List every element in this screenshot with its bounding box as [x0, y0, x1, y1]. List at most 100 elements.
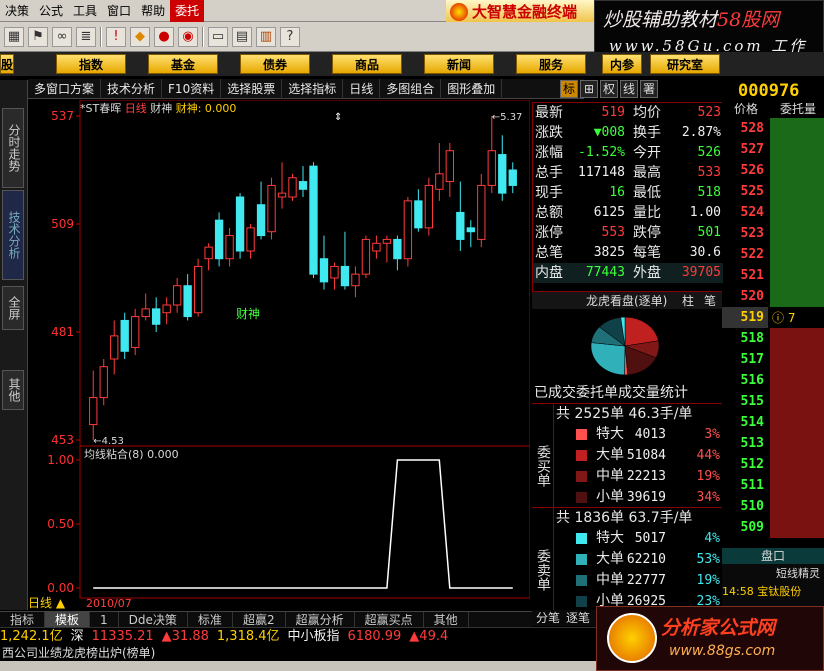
tab-template[interactable]: 模板 — [45, 611, 91, 628]
legend-swatch — [576, 533, 587, 544]
grid-toggle-button[interactable]: ⊞ — [580, 80, 599, 98]
lhb-tick-button[interactable]: 笔 — [704, 292, 716, 310]
quote-label: 外盘 — [633, 265, 661, 281]
menu-item-tools[interactable]: 工具 — [68, 0, 102, 22]
candle-body-up — [172, 285, 182, 306]
quote-row: 最新 519 均价 523 — [533, 103, 723, 123]
subbar-daily[interactable]: 日线 — [343, 78, 381, 99]
grid-icon[interactable]: ▦ — [4, 26, 24, 47]
menu-item-help[interactable]: 帮助 — [136, 0, 170, 22]
tab-other[interactable]: 其他 — [424, 611, 469, 628]
rights-button[interactable]: 权 — [600, 80, 619, 98]
category-insider[interactable]: 内参 — [602, 54, 642, 74]
order-book-row[interactable]: 521 — [722, 265, 824, 286]
order-book-row[interactable]: 512 — [722, 454, 824, 475]
subbar-f10[interactable]: F10资料 — [162, 78, 222, 99]
order-book-row[interactable]: 523 — [722, 223, 824, 244]
tab-chaoying-buy[interactable]: 超赢买点 — [355, 611, 424, 628]
document-icon[interactable]: ▭ — [208, 26, 228, 47]
tab-chaoying2[interactable]: 超赢2 — [233, 611, 286, 628]
candle-body-up — [424, 184, 434, 229]
warning-icon[interactable]: ! — [106, 26, 126, 47]
tab-indicator[interactable]: 指标 — [0, 611, 46, 628]
news-icon[interactable]: ● — [154, 26, 174, 47]
candle-body-up — [288, 177, 297, 198]
order-book-row[interactable]: 522 — [722, 244, 824, 265]
category-research[interactable]: 研究室 — [650, 54, 720, 74]
category-bar: 股 指数 基金 债券 商品 新闻 服务 内参 研究室 — [0, 52, 824, 76]
order-book-row[interactable]: 518 — [722, 328, 824, 349]
tab-standard[interactable]: 标准 — [188, 611, 233, 628]
order-book-row[interactable]: 525 — [722, 181, 824, 202]
menu-item-formula[interactable]: 公式 — [34, 0, 68, 22]
order-book-row[interactable]: 528 — [722, 118, 824, 139]
menu-item-window[interactable]: 窗口 — [102, 0, 136, 22]
books-icon[interactable]: ▥ — [256, 26, 276, 47]
category-index[interactable]: 指数 — [56, 54, 126, 74]
handicap-title[interactable]: 盘口 — [722, 548, 824, 564]
category-stock[interactable]: 股 — [0, 54, 14, 74]
line-button[interactable]: 线 — [620, 80, 639, 98]
order-book-row[interactable]: 513 — [722, 433, 824, 454]
category-bond[interactable]: 债券 — [240, 54, 310, 74]
order-size-name: 大单 — [596, 551, 624, 567]
order-book-bar — [770, 328, 824, 349]
candle-body-down — [152, 308, 161, 325]
subbar-technical[interactable]: 技术分析 — [101, 78, 163, 99]
help-icon[interactable]: ? — [280, 26, 300, 47]
stock-code: 000976 — [738, 81, 800, 101]
high-annotation: ←5.37 — [492, 112, 523, 123]
order-book-row[interactable]: 527 — [722, 139, 824, 160]
sign-button[interactable]: 署 — [640, 80, 659, 98]
order-book-row[interactable]: 519 ⓘ 7 — [722, 307, 824, 328]
tab-by-tick[interactable]: 逐笔 — [566, 610, 590, 626]
elf-row[interactable]: 14:58 宝钛股份 — [722, 584, 824, 600]
quote-label: 涨幅 — [535, 145, 563, 161]
order-book-bar — [770, 433, 824, 454]
tab-ticks[interactable]: 分笔 — [536, 610, 560, 626]
order-book-row[interactable]: 510 — [722, 496, 824, 517]
order-book-row[interactable]: 516 — [722, 370, 824, 391]
order-book-row[interactable]: 520 — [722, 286, 824, 307]
category-commodity[interactable]: 商品 — [332, 54, 402, 74]
tab-one[interactable]: 1 — [90, 611, 119, 628]
diamond-icon[interactable]: ◆ — [130, 26, 150, 47]
short-line-elf[interactable]: 短线精灵 — [722, 566, 824, 582]
order-book-row[interactable]: 511 — [722, 475, 824, 496]
ticker-item: 1,242.1亿 — [0, 628, 63, 644]
menu-item-decision[interactable]: 决策 — [0, 0, 34, 22]
tab-chaoying-analysis[interactable]: 超赢分析 — [286, 611, 355, 628]
candle-body-down — [120, 319, 129, 352]
sidebar-tab-other[interactable]: 其他 — [2, 370, 24, 410]
subbar-multi-chart[interactable]: 多图组合 — [380, 78, 442, 99]
subbar-pick-stock[interactable]: 选择股票 — [221, 78, 283, 99]
calendar-icon[interactable]: ▤ — [232, 26, 252, 47]
flag-icon[interactable]: ⚑ — [28, 26, 48, 47]
category-service[interactable]: 服务 — [516, 54, 586, 74]
order-book-row[interactable]: 526 — [722, 160, 824, 181]
subbar-overlay[interactable]: 图形叠加 — [441, 78, 503, 99]
coin-icon[interactable]: ◉ — [178, 26, 198, 47]
period-button[interactable]: 日线 ▲ — [28, 595, 80, 611]
order-book-row[interactable]: 524 — [722, 202, 824, 223]
sidebar-tab-technical[interactable]: 技术分析 — [2, 190, 24, 280]
order-book-row[interactable]: 515 — [722, 391, 824, 412]
mark-button[interactable]: 标 — [560, 80, 579, 98]
order-book-row[interactable]: 517 — [722, 349, 824, 370]
order-book-row[interactable]: 514 — [722, 412, 824, 433]
order-size-name: 小单 — [596, 489, 624, 505]
menu-item-order[interactable]: 委托 — [170, 0, 205, 22]
category-news[interactable]: 新闻 — [424, 54, 494, 74]
list-icon[interactable]: ≣ — [76, 26, 96, 47]
sidebar-tab-fullscreen[interactable]: 全屏 — [2, 286, 24, 330]
subbar-pick-indicator[interactable]: 选择指标 — [282, 78, 344, 99]
category-fund[interactable]: 基金 — [148, 54, 218, 74]
buy-orders-label: 委买单 — [532, 404, 554, 508]
subbar-multiwindow[interactable]: 多窗口方案 — [28, 78, 102, 99]
order-book-qty-header: 委托量 — [780, 102, 817, 116]
order-size-volume: 4013 — [634, 427, 666, 442]
order-book-row[interactable]: 509 — [722, 517, 824, 538]
tab-dde[interactable]: Dde决策 — [119, 611, 188, 628]
sidebar-tab-intraday[interactable]: 分时走势 — [2, 108, 24, 188]
binoculars-icon[interactable]: ∞ — [52, 26, 72, 47]
